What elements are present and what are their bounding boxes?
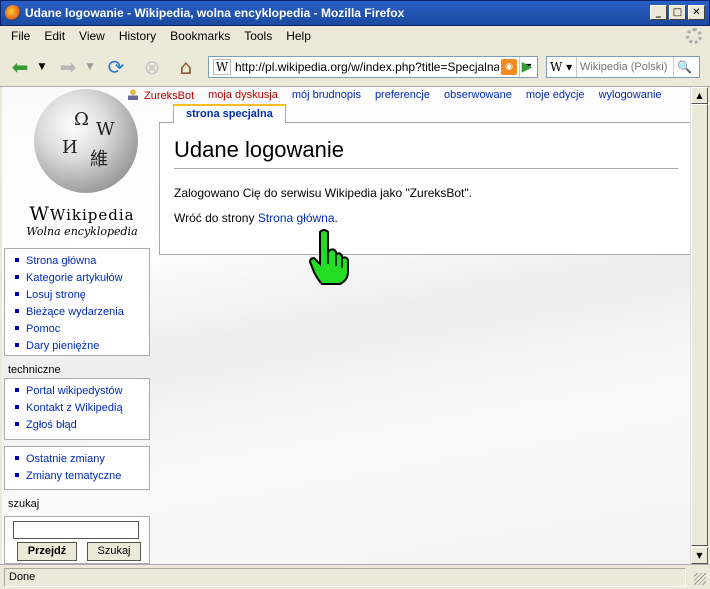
logo-tagline: Wolna encyklopedia	[26, 225, 138, 238]
search-portlet-label: szukaj	[8, 498, 40, 510]
firefox-icon	[5, 5, 21, 21]
menu-history[interactable]: History	[112, 29, 163, 43]
contributions-link[interactable]: moje edycje	[526, 89, 585, 102]
nav-categories[interactable]: Kategorie artykułów	[15, 270, 149, 287]
arrow-left-icon: ⬅	[11, 55, 29, 79]
arrow-right-icon: ➡	[59, 55, 77, 79]
preferences-link[interactable]: preferencje	[375, 89, 430, 102]
resize-grip-icon[interactable]	[694, 573, 706, 585]
status-bar: Done	[0, 564, 710, 589]
nav-help[interactable]: Pomoc	[15, 321, 149, 338]
nav-donate[interactable]: Dary pieniężne	[15, 338, 149, 355]
home-icon: ⌂	[179, 55, 193, 79]
close-icon[interactable]: ✕	[688, 5, 705, 20]
content-area: Udane logowanie Zalogowano Cię do serwis…	[159, 122, 690, 255]
menu-view[interactable]: View	[72, 29, 112, 43]
status-text: Done	[4, 568, 686, 587]
scroll-thumb[interactable]	[691, 104, 708, 546]
nav-current-events[interactable]: Bieżące wydarzenia	[15, 304, 149, 321]
puzzle-globe-icon: Ω W И 維	[34, 89, 138, 193]
stop-button[interactable]: ⊗	[138, 53, 166, 81]
wikipedia-logo[interactable]: Ω W И 維 WWikipedia Wolna encyklopedia	[12, 87, 152, 245]
wiki-search-input[interactable]	[13, 521, 139, 539]
url-bar[interactable]: W http://pl.wikipedia.org/w/index.php?ti…	[208, 56, 538, 78]
reload-icon: ⟳	[107, 55, 125, 79]
personal-tools: ZureksBot moja dyskusja mój brudnopis pr…	[128, 89, 676, 102]
menu-bookmarks[interactable]: Bookmarks	[163, 29, 237, 43]
play-arrow-icon: ▶	[521, 59, 533, 75]
back-history-dropdown[interactable]: ▼	[36, 53, 48, 81]
forward-history-dropdown[interactable]: ▼	[84, 53, 96, 81]
vertical-scrollbar[interactable]: ▲ ▼	[690, 87, 708, 564]
navigation-toolbar: ⬅ ▼ ➡ ▼ ⟳ ⊗ ⌂ W http://pl.wikipedia.org/…	[0, 47, 710, 87]
login-message: Zalogowano Cię do serwisu Wikipedia jako…	[174, 186, 472, 200]
search-input[interactable]	[577, 61, 673, 73]
tab-special-page[interactable]: strona specjalna	[173, 104, 286, 123]
page-title: Udane logowanie	[174, 137, 345, 162]
throbber-icon	[686, 28, 702, 44]
watchlist-link[interactable]: obserwowane	[444, 89, 512, 102]
tech-portlet-label: techniczne	[8, 364, 61, 376]
heading-divider	[174, 168, 678, 169]
nav-random[interactable]: Losuj stronę	[15, 287, 149, 304]
main-page-link[interactable]: Strona główna	[258, 211, 335, 225]
navigation-portlet: Strona główna Kategorie artykułów Losuj …	[4, 248, 150, 356]
go-button[interactable]: ▶	[517, 56, 537, 78]
hand-pointer-icon	[308, 229, 349, 285]
window-title: Udane logowanie - Wikipedia, wolna encyk…	[25, 6, 405, 20]
menu-file[interactable]: File	[4, 29, 37, 43]
nav-contact[interactable]: Kontakt z Wikipedią	[15, 400, 149, 417]
scroll-up-arrow-icon[interactable]: ▲	[691, 87, 708, 104]
window-title-bar: Udane logowanie - Wikipedia, wolna encyk…	[0, 0, 710, 26]
rss-feed-icon[interactable]: ◉	[501, 59, 517, 75]
search-portlet: Przejdź Szukaj	[4, 516, 150, 564]
url-text[interactable]: http://pl.wikipedia.org/w/index.php?titl…	[235, 60, 499, 74]
page-viewport: Ω W И 維 WWikipedia Wolna encyklopedia Zu…	[2, 87, 690, 564]
nav-recent-changes[interactable]: Ostatnie zmiany	[15, 451, 149, 468]
full-search-button[interactable]: Szukaj	[87, 542, 141, 561]
changes-portlet: Ostatnie zmiany Zmiany tematyczne	[4, 446, 150, 490]
logo-wordmark: WWikipedia	[29, 203, 135, 225]
back-button[interactable]: ⬅	[6, 53, 34, 81]
nav-report-bug[interactable]: Zgłoś błąd	[15, 417, 149, 434]
minimize-icon[interactable]: _	[650, 5, 667, 20]
logout-link[interactable]: wylogowanie	[599, 89, 662, 102]
maximize-icon[interactable]: □	[669, 5, 686, 20]
magnifier-icon[interactable]: 🔍	[673, 57, 695, 77]
search-engine-selector[interactable]: W ▾	[547, 57, 577, 77]
site-favicon: W	[213, 59, 231, 75]
sandbox-link[interactable]: mój brudnopis	[292, 89, 361, 102]
reload-button[interactable]: ⟳	[102, 53, 130, 81]
menu-bar: File Edit View History Bookmarks Tools H…	[0, 26, 710, 46]
scroll-down-arrow-icon[interactable]: ▼	[691, 547, 708, 564]
menu-help[interactable]: Help	[279, 29, 318, 43]
home-button[interactable]: ⌂	[172, 53, 200, 81]
user-icon	[128, 89, 138, 100]
nav-related-changes[interactable]: Zmiany tematyczne	[15, 468, 149, 485]
user-link[interactable]: ZureksBot	[128, 89, 194, 102]
return-line: Wróć do strony Strona główna.	[174, 211, 338, 225]
stop-icon: ⊗	[143, 55, 161, 79]
menu-edit[interactable]: Edit	[37, 29, 72, 43]
technical-portlet: Portal wikipedystów Kontakt z Wikipedią …	[4, 378, 150, 440]
nav-main-page[interactable]: Strona główna	[15, 253, 149, 270]
forward-button[interactable]: ➡	[54, 53, 82, 81]
menu-tools[interactable]: Tools	[237, 29, 279, 43]
talk-link[interactable]: moja dyskusja	[208, 89, 278, 102]
nav-community-portal[interactable]: Portal wikipedystów	[15, 383, 149, 400]
go-search-button[interactable]: Przejdź	[17, 542, 77, 561]
search-bar[interactable]: W ▾ 🔍	[546, 56, 700, 78]
